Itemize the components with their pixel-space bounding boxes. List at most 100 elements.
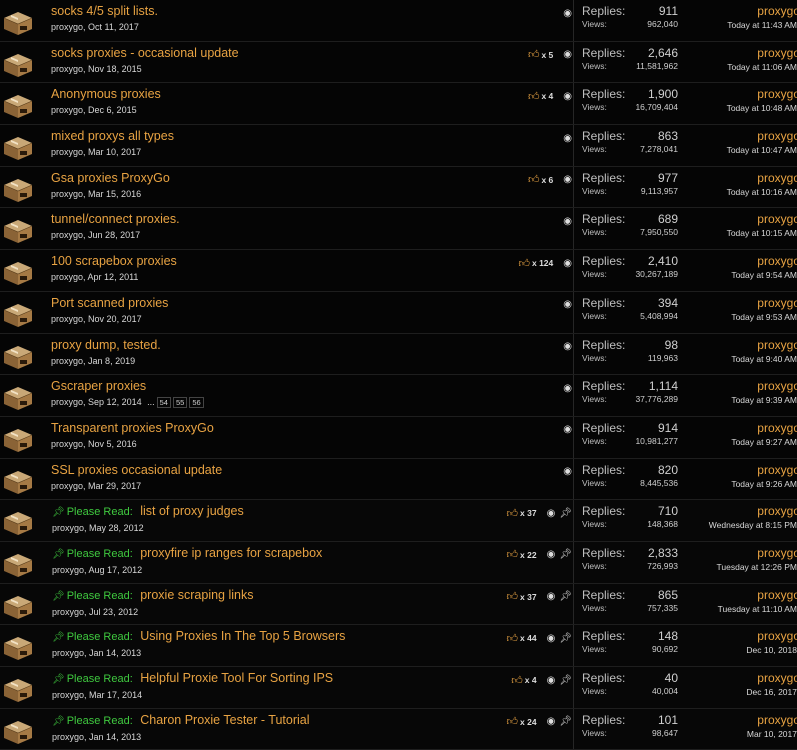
thread-author-link[interactable]: proxygo (51, 314, 83, 324)
thread-author-link[interactable]: proxygo (52, 565, 84, 575)
thread-row[interactable]: socks proxies - occasional update proxyg… (0, 41, 797, 84)
last-post-user-link[interactable]: proxygo (703, 46, 797, 60)
thread-author-link[interactable]: proxygo (51, 397, 83, 407)
thread-row[interactable]: Gscraper proxies proxygo, Sep 12, 2014 .… (0, 375, 797, 417)
last-post-user-link[interactable]: proxygo (703, 212, 797, 226)
box-icon[interactable] (2, 423, 34, 453)
last-post-user-link[interactable]: proxygo (703, 254, 797, 268)
thread-title-link[interactable]: Charon Proxie Tester - Tutorial (140, 713, 309, 727)
sticky-prefix[interactable]: 📌︎ Please Read: (52, 590, 133, 602)
last-post-time[interactable]: Today at 10:16 AM (700, 186, 797, 198)
thread-author-link[interactable]: proxygo (51, 481, 83, 491)
thread-author-link[interactable]: proxygo (51, 272, 83, 282)
box-icon[interactable] (2, 48, 34, 78)
last-post-time[interactable]: Today at 9:40 AM (700, 353, 797, 365)
thread-author-link[interactable]: proxygo (52, 523, 84, 533)
thread-row[interactable]: socks 4/5 split lists. proxygo, Oct 11, … (0, 0, 797, 42)
box-icon[interactable] (2, 214, 34, 244)
last-post-user-link[interactable]: proxygo (703, 338, 797, 352)
box-icon[interactable] (2, 631, 34, 661)
thread-title-link[interactable]: socks 4/5 split lists. (51, 4, 158, 18)
thread-row[interactable]: SSL proxies occasional update proxygo, M… (0, 458, 797, 501)
last-post-user-link[interactable]: proxygo (703, 421, 797, 435)
thread-title-link[interactable]: 100 scrapebox proxies (51, 254, 177, 268)
thread-author-link[interactable]: proxygo (51, 189, 83, 199)
thread-row[interactable]: Port scanned proxies proxygo, Nov 20, 20… (0, 291, 797, 334)
thread-author-link[interactable]: proxygo (51, 64, 83, 74)
last-post-user-link[interactable]: proxygo (703, 588, 797, 602)
thread-author-link[interactable]: proxygo (51, 22, 83, 32)
box-icon[interactable] (2, 673, 34, 703)
box-icon[interactable] (2, 381, 34, 411)
last-post-user-link[interactable]: proxygo (703, 629, 797, 643)
sticky-prefix[interactable]: 📌︎ Please Read: (52, 631, 133, 643)
last-post-user-link[interactable]: proxygo (703, 87, 797, 101)
thread-title-link[interactable]: proxie scraping links (140, 588, 253, 602)
thread-row[interactable]: mixed proxys all types proxygo, Mar 10, … (0, 125, 797, 167)
last-post-user-link[interactable]: proxygo (703, 713, 797, 727)
last-post-time[interactable]: Today at 9:53 AM (700, 311, 797, 323)
thread-author-link[interactable]: proxygo (51, 439, 83, 449)
thread-title-link[interactable]: mixed proxys all types (51, 129, 174, 143)
thread-author-link[interactable]: proxygo (51, 356, 83, 366)
last-post-user-link[interactable]: proxygo (703, 4, 797, 18)
thread-row[interactable]: 📌︎ Please Read: Using Proxies In The Top … (0, 625, 797, 667)
last-post-time[interactable]: Today at 9:54 AM (700, 269, 797, 281)
box-icon[interactable] (2, 465, 34, 495)
last-post-time[interactable]: Today at 9:26 AM (700, 478, 797, 490)
thread-title-link[interactable]: socks proxies - occasional update (51, 46, 239, 60)
last-post-user-link[interactable]: proxygo (703, 463, 797, 477)
thread-author-link[interactable]: proxygo (51, 105, 83, 115)
last-post-user-link[interactable]: proxygo (703, 296, 797, 310)
last-post-time[interactable]: Today at 11:43 AM (700, 19, 797, 31)
thread-author-link[interactable]: proxygo (52, 690, 84, 700)
thread-title-link[interactable]: Helpful Proxie Tool For Sorting IPS (140, 671, 333, 685)
thread-title-link[interactable]: Transparent proxies ProxyGo (51, 421, 214, 435)
thread-author-link[interactable]: proxygo (51, 230, 83, 240)
thread-row[interactable]: 📌︎ Please Read: Helpful Proxie Tool For S… (0, 667, 797, 709)
sticky-prefix[interactable]: 📌︎ Please Read: (52, 506, 133, 518)
thread-title-link[interactable]: Anonymous proxies (51, 87, 161, 101)
last-post-time[interactable]: Mar 10, 2017 (700, 728, 797, 740)
last-post-time[interactable]: Today at 10:47 AM (700, 144, 797, 156)
box-icon[interactable] (2, 256, 34, 286)
thread-title-link[interactable]: Gscraper proxies (51, 379, 146, 393)
thread-title-link[interactable]: list of proxy judges (140, 504, 244, 518)
box-icon[interactable] (2, 131, 34, 161)
thread-author-link[interactable]: proxygo (51, 147, 83, 157)
last-post-time[interactable]: Today at 10:48 AM (700, 102, 797, 114)
sticky-prefix[interactable]: 📌︎ Please Read: (52, 548, 133, 560)
thread-row[interactable]: 📌︎ Please Read: proxie scraping links pro… (0, 583, 797, 626)
thread-title-link[interactable]: Port scanned proxies (51, 296, 168, 310)
box-icon[interactable] (2, 715, 34, 745)
box-icon[interactable] (2, 6, 34, 36)
thread-row[interactable]: Transparent proxies ProxyGo proxygo, Nov… (0, 416, 797, 459)
thread-row[interactable]: Anonymous proxies proxygo, Dec 6, 2015 👍… (0, 83, 797, 126)
box-icon[interactable] (2, 548, 34, 578)
last-post-user-link[interactable]: proxygo (703, 546, 797, 560)
thread-author-link[interactable]: proxygo (52, 732, 84, 742)
box-icon[interactable] (2, 173, 34, 203)
sticky-prefix[interactable]: 📌︎ Please Read: (52, 715, 133, 727)
thread-title-link[interactable]: SSL proxies occasional update (51, 463, 222, 477)
last-post-user-link[interactable]: proxygo (703, 379, 797, 393)
thread-title-link[interactable]: Using Proxies In The Top 5 Browsers (140, 629, 345, 643)
last-post-user-link[interactable]: proxygo (703, 129, 797, 143)
last-post-time[interactable]: Tuesday at 11:10 AM (700, 603, 797, 615)
last-post-time[interactable]: Wednesday at 8:15 PM (700, 519, 797, 531)
page-link[interactable]: 55 (172, 397, 188, 409)
last-post-time[interactable]: Tuesday at 12:26 PM (700, 561, 797, 573)
last-post-user-link[interactable]: proxygo (703, 671, 797, 685)
last-post-user-link[interactable]: proxygo (703, 504, 797, 518)
box-icon[interactable] (2, 340, 34, 370)
page-link[interactable]: 54 (156, 397, 171, 409)
last-post-time[interactable]: Today at 9:39 AM (700, 394, 797, 406)
thread-row[interactable]: Gsa proxies ProxyGo proxygo, Mar 15, 201… (0, 166, 797, 209)
thread-row[interactable]: tunnel/connect proxies. proxygo, Jun 28,… (0, 208, 797, 251)
thread-row[interactable]: 📌︎ Please Read: proxyfire ip ranges for s… (0, 541, 797, 584)
box-icon[interactable] (2, 506, 34, 536)
thread-row[interactable]: 📌︎ Please Read: list of proxy judges prox… (0, 500, 797, 542)
page-link[interactable]: 56 (189, 397, 204, 409)
box-icon[interactable] (2, 89, 34, 119)
thread-row[interactable]: 📌︎ Please Read: Charon Proxie Tester - Tu… (0, 708, 797, 750)
